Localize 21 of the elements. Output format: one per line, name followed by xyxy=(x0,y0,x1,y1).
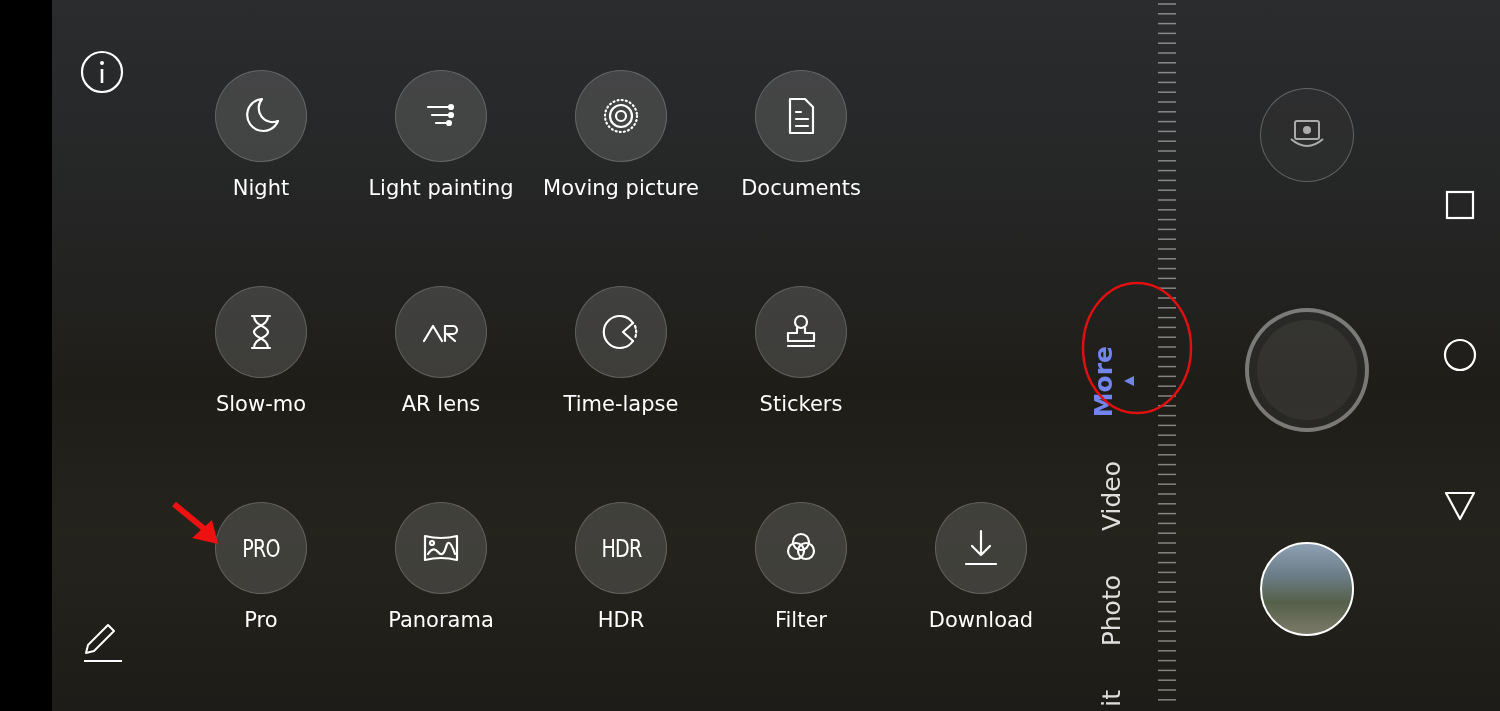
mode-icon-text: HDR xyxy=(601,533,641,563)
mode-label: Night xyxy=(232,176,290,200)
mode-button[interactable]: HDR xyxy=(575,502,667,594)
mode-tab[interactable]: it xyxy=(1096,690,1126,707)
mode-tab[interactable]: Photo xyxy=(1096,574,1126,647)
mode-label: Light painting xyxy=(368,176,514,200)
mode-label: Download xyxy=(928,608,1034,632)
mode-label: HDR xyxy=(597,608,645,632)
mode-label: Pro xyxy=(244,608,278,632)
mode-tab[interactable]: Video xyxy=(1096,460,1126,531)
mode-label: Panorama xyxy=(388,608,494,632)
mode-button[interactable]: PRO xyxy=(215,502,307,594)
mode-label: Slow-mo xyxy=(215,392,307,416)
mode-label: Moving picture xyxy=(543,176,699,200)
mode-label: Time-lapse xyxy=(563,392,679,416)
mode-tab[interactable]: More xyxy=(1088,345,1118,417)
mode-label: Stickers xyxy=(759,392,843,416)
mode-label: Documents xyxy=(741,176,861,200)
mode-label: AR lens xyxy=(401,392,481,416)
mode-label: Filter xyxy=(775,608,827,632)
mode-icon-text: PRO xyxy=(242,533,280,563)
